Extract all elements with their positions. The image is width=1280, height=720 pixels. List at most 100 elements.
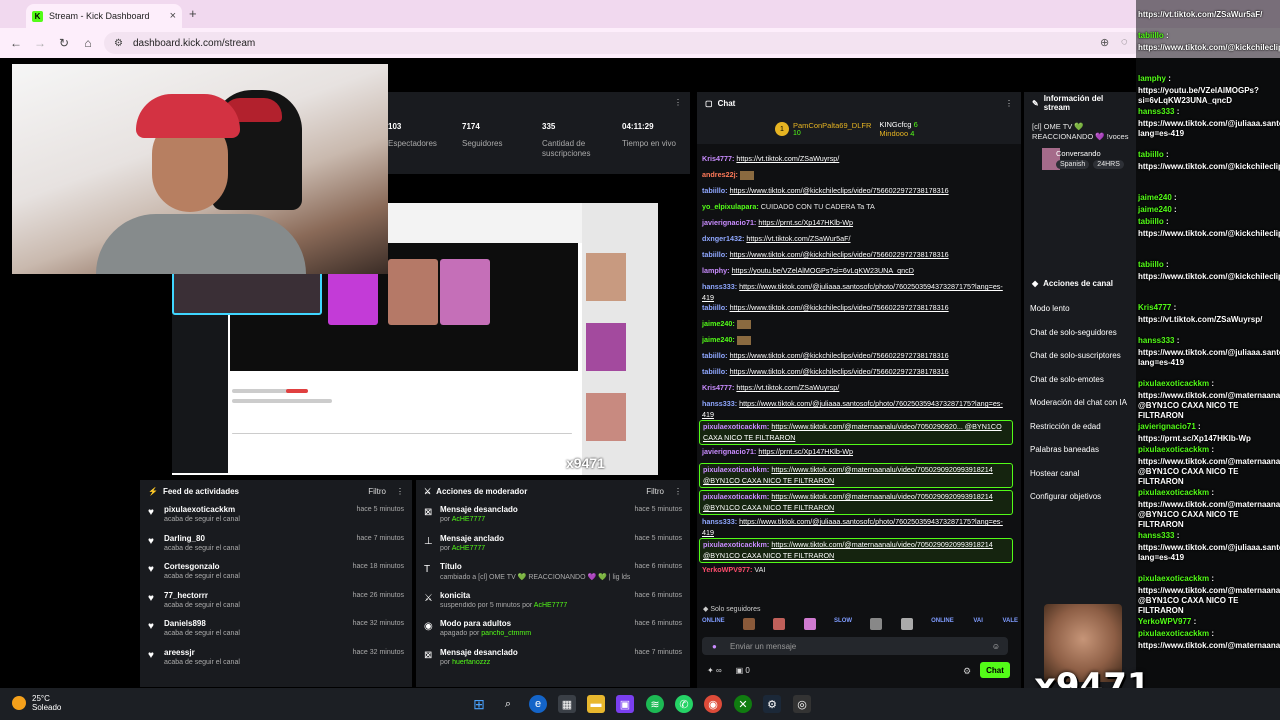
windows-start-icon[interactable]: ⊞: [470, 695, 488, 713]
xbox-icon[interactable]: ✕: [734, 695, 752, 713]
chat-message-text[interactable]: https://vt.tiktok.com/ZSaWuyrsp/: [736, 383, 839, 392]
search-icon[interactable]: ⌕: [499, 695, 517, 713]
emote-button[interactable]: [900, 618, 913, 630]
chat-message-text[interactable]: https://www.tiktok.com/@kickchileclips/v…: [730, 186, 949, 195]
chat-username[interactable]: YerkoWPV977:: [702, 565, 752, 574]
emote-button[interactable]: [743, 618, 756, 630]
chat-message-text[interactable]: https://www.tiktok.com/@kickchileclips/v…: [730, 303, 949, 312]
chat-username[interactable]: hanss333:: [702, 517, 737, 526]
chat-username[interactable]: jaime240:: [702, 335, 735, 344]
mod-action-user[interactable]: AcHE7777: [452, 516, 485, 523]
channel-action-item[interactable]: Modo lento: [1030, 304, 1070, 313]
folder-icon[interactable]: ▬: [587, 695, 605, 713]
tag[interactable]: 24HRS: [1093, 160, 1124, 169]
chat-username[interactable]: tabiillo:: [702, 367, 728, 376]
stream-title[interactable]: [cl] OME TV 💚 REACCIONANDO 💜 !voces: [1032, 122, 1132, 142]
emote-button[interactable]: [870, 618, 883, 630]
emote-button[interactable]: ONLINE: [702, 618, 725, 630]
steam-icon[interactable]: ⚙: [763, 695, 781, 713]
emoji-icon[interactable]: ☺: [992, 642, 1000, 651]
store-icon[interactable]: ▦: [558, 695, 576, 713]
zoom-icon[interactable]: ⊕: [1100, 36, 1109, 49]
emote-button[interactable]: VAI: [972, 618, 984, 630]
chat-username[interactable]: jaime240:: [702, 319, 735, 328]
chat-username[interactable]: pixulaexoticackkm:: [703, 540, 769, 549]
chat-username[interactable]: tabiillo:: [702, 250, 728, 259]
send-chat-button[interactable]: Chat: [980, 662, 1010, 678]
chat-username[interactable]: hanss333:: [702, 282, 737, 291]
chat-username[interactable]: Kris4777:: [702, 383, 734, 392]
chat-message-text[interactable]: https://www.tiktok.com/@kickchileclips/v…: [730, 367, 949, 376]
feed-item[interactable]: ♥ pixulaexoticackkm acaba de seguir el can…: [140, 502, 412, 531]
channel-action-item[interactable]: Restricción de edad: [1030, 422, 1101, 431]
new-tab-button[interactable]: +: [189, 6, 197, 21]
channel-action-item[interactable]: Chat de solo-suscriptores: [1030, 351, 1121, 360]
channel-action-item[interactable]: Chat de solo-emotes: [1030, 375, 1104, 384]
mod-action-user[interactable]: huerfanozzz: [452, 659, 490, 666]
site-info-icon[interactable]: ⚙: [114, 38, 123, 49]
spotify-icon[interactable]: ≋: [646, 695, 664, 713]
chat-username[interactable]: lamphy:: [702, 266, 730, 275]
channel-action-item[interactable]: Configurar objetivos: [1030, 492, 1101, 501]
close-tab-icon[interactable]: ×: [170, 10, 176, 22]
address-bar[interactable]: ⚙ dashboard.kick.com/stream: [104, 32, 1144, 54]
chat-leaderboard[interactable]: 1 PamConPalta69_DLFR 10 KINGcfcg 6 Mindo…: [697, 114, 1021, 144]
mod-action-user[interactable]: AcHE7777: [534, 602, 567, 609]
channel-action-item[interactable]: Hostear canal: [1030, 469, 1079, 478]
forward-icon[interactable]: →: [28, 36, 52, 50]
feed-item[interactable]: ♥ 77_hectorrr acaba de seguir el canal hace…: [140, 588, 412, 617]
feed-item[interactable]: ♥ areessjr acaba de seguir el canal hace 32…: [140, 645, 412, 674]
whatsapp-icon[interactable]: ✆: [675, 695, 693, 713]
chat-username[interactable]: pixulaexoticackkm:: [703, 465, 769, 474]
chat-username[interactable]: tabiillo:: [702, 186, 728, 195]
feed-item[interactable]: ♥ Daniels898 acaba de seguir el canal hace …: [140, 616, 412, 645]
feed-item[interactable]: ♥ Darling_80 acaba de seguir el canal hace …: [140, 531, 412, 560]
eye-off-icon[interactable]: ◌: [1121, 36, 1128, 48]
reload-icon[interactable]: ↻: [52, 36, 76, 50]
mod-action-user[interactable]: AcHE7777: [452, 545, 485, 552]
chat-username[interactable]: javierignacio71:: [702, 447, 756, 456]
chat-message-text[interactable]: https://www.tiktok.com/@juliaaa.santosof…: [702, 399, 1003, 419]
chrome-icon[interactable]: ◉: [704, 695, 722, 713]
chat-username[interactable]: tabiillo:: [702, 351, 728, 360]
channel-action-item[interactable]: Chat de solo-seguidores: [1030, 328, 1117, 337]
emote-button[interactable]: ONLINE: [931, 618, 954, 630]
chat-username[interactable]: javierignacio71:: [702, 218, 756, 227]
home-icon[interactable]: ⌂: [76, 36, 100, 50]
chat-message-text[interactable]: https://www.tiktok.com/@juliaaa.santosof…: [702, 282, 1003, 302]
feed-item[interactable]: ♥ Cortesgonzalo acaba de seguir el canal ha…: [140, 559, 412, 588]
channel-action-item[interactable]: Moderación del chat con IA: [1030, 398, 1127, 407]
chat-username[interactable]: tabiillo:: [702, 303, 728, 312]
mod-filter-button[interactable]: Filtro: [646, 487, 664, 496]
edge-icon[interactable]: e: [529, 695, 547, 713]
chat-username[interactable]: dxnger1432:: [702, 234, 744, 243]
tag[interactable]: Spanish: [1056, 160, 1090, 169]
stats-menu-icon[interactable]: ⋮: [674, 98, 682, 107]
chat-message-text[interactable]: https://www.tiktok.com/@juliaaa.santosof…: [702, 517, 1003, 537]
chat-message-text[interactable]: https://prnt.sc/Xp147HKlb-Wp: [758, 218, 853, 227]
mod-action-user[interactable]: pancho_ctmmm: [481, 630, 531, 637]
chat-menu-icon[interactable]: ⋮: [1005, 99, 1013, 108]
chat-message-input[interactable]: ● Enviar un mensaje ☺: [702, 637, 1008, 655]
feed-menu-icon[interactable]: ⋮: [396, 487, 404, 496]
chat-username[interactable]: Kris4777:: [702, 154, 734, 163]
chat-username[interactable]: hanss333:: [702, 399, 737, 408]
emote-button[interactable]: VALE: [1002, 618, 1018, 630]
emote-button[interactable]: [773, 618, 786, 630]
weather-widget[interactable]: 25°C Soleado: [12, 694, 61, 712]
mic-icon[interactable]: ●: [712, 642, 717, 651]
chat-username[interactable]: yo_elpixulapara:: [702, 202, 759, 211]
mod-menu-icon[interactable]: ⋮: [674, 487, 682, 496]
feed-filter-button[interactable]: Filtro: [368, 487, 386, 496]
gift-counter[interactable]: ▣ 0: [736, 666, 750, 675]
chat-message-text[interactable]: https://www.tiktok.com/@kickchileclips/v…: [730, 351, 949, 360]
chat-username[interactable]: pixulaexoticackkm:: [703, 422, 769, 431]
back-icon[interactable]: ←: [4, 36, 28, 50]
emote-button[interactable]: SLOW: [834, 618, 852, 630]
chat-settings-icon[interactable]: ⚙: [963, 666, 971, 677]
chat-message-text[interactable]: https://prnt.sc/Xp147HKlb-Wp: [758, 447, 853, 456]
chat-username[interactable]: pixulaexoticackkm:: [703, 492, 769, 501]
emote-button[interactable]: [803, 618, 816, 630]
obs-icon[interactable]: ◎: [793, 695, 811, 713]
points-counter[interactable]: ✦ ∞: [707, 666, 722, 675]
